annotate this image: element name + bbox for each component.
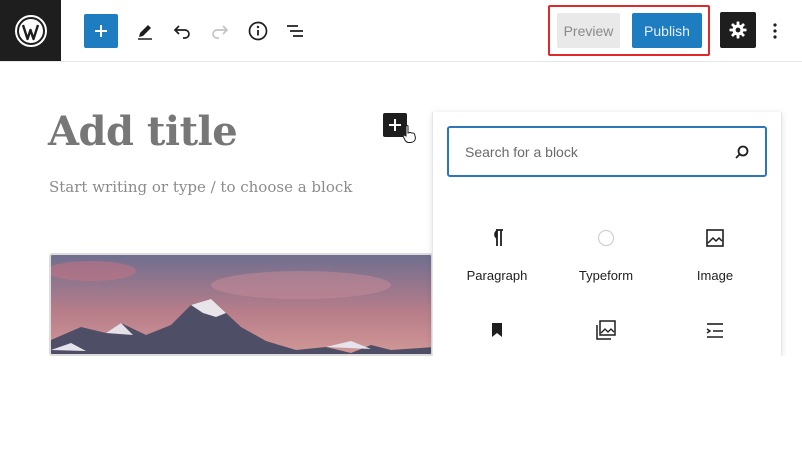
wordpress-logo[interactable] [0, 0, 61, 61]
wordpress-icon [14, 14, 47, 47]
search-icon [735, 145, 749, 159]
pilcrow-icon [494, 229, 503, 246]
undo-button[interactable] [165, 14, 199, 48]
block-gallery[interactable] [551, 316, 661, 344]
gear-icon [729, 21, 747, 39]
image-block[interactable] [49, 253, 433, 356]
block-typeform[interactable]: Typeform [551, 224, 661, 283]
publish-button[interactable]: Publish [632, 13, 702, 48]
post-body-placeholder[interactable]: Start writing or type / to choose a bloc… [49, 178, 352, 196]
pencil-icon [138, 25, 152, 40]
page-bottom [0, 356, 802, 469]
plus-icon [95, 25, 107, 37]
block-label: Image [696, 268, 734, 283]
search-placeholder: Search for a block [465, 144, 578, 160]
block-inserter-panel: Search for a block Paragraph Typeform Im… [432, 112, 782, 356]
bookmark-icon [492, 323, 502, 337]
block-label: Paragraph [466, 268, 528, 283]
more-vertical-icon [773, 23, 777, 39]
redo-icon [212, 25, 229, 39]
block-label: Typeform [578, 268, 634, 283]
info-icon [248, 21, 268, 41]
block-list[interactable] [660, 316, 770, 344]
typeform-icon [597, 229, 615, 247]
block-bookmark[interactable] [442, 316, 552, 344]
undo-icon [173, 25, 190, 39]
list-icon [706, 323, 723, 338]
more-options-button[interactable] [766, 14, 784, 48]
editor-toolbar: Preview Publish [0, 0, 802, 62]
settings-button[interactable] [720, 12, 756, 48]
mountain-image [51, 255, 431, 354]
post-title-input[interactable]: Add title [48, 108, 238, 155]
list-view-button[interactable] [278, 14, 312, 48]
plus-icon [389, 119, 401, 131]
details-button[interactable] [241, 14, 275, 48]
tools-button[interactable] [128, 14, 162, 48]
redo-button[interactable] [203, 14, 237, 48]
block-image[interactable]: Image [660, 224, 770, 283]
block-search-input[interactable]: Search for a block [447, 126, 767, 177]
block-paragraph[interactable]: Paragraph [442, 224, 552, 283]
list-view-icon [287, 25, 303, 37]
preview-button[interactable]: Preview [557, 13, 620, 48]
add-block-button[interactable] [84, 14, 118, 48]
gallery-icon [596, 320, 616, 340]
image-icon [706, 229, 724, 247]
hand-cursor-icon [402, 125, 417, 143]
